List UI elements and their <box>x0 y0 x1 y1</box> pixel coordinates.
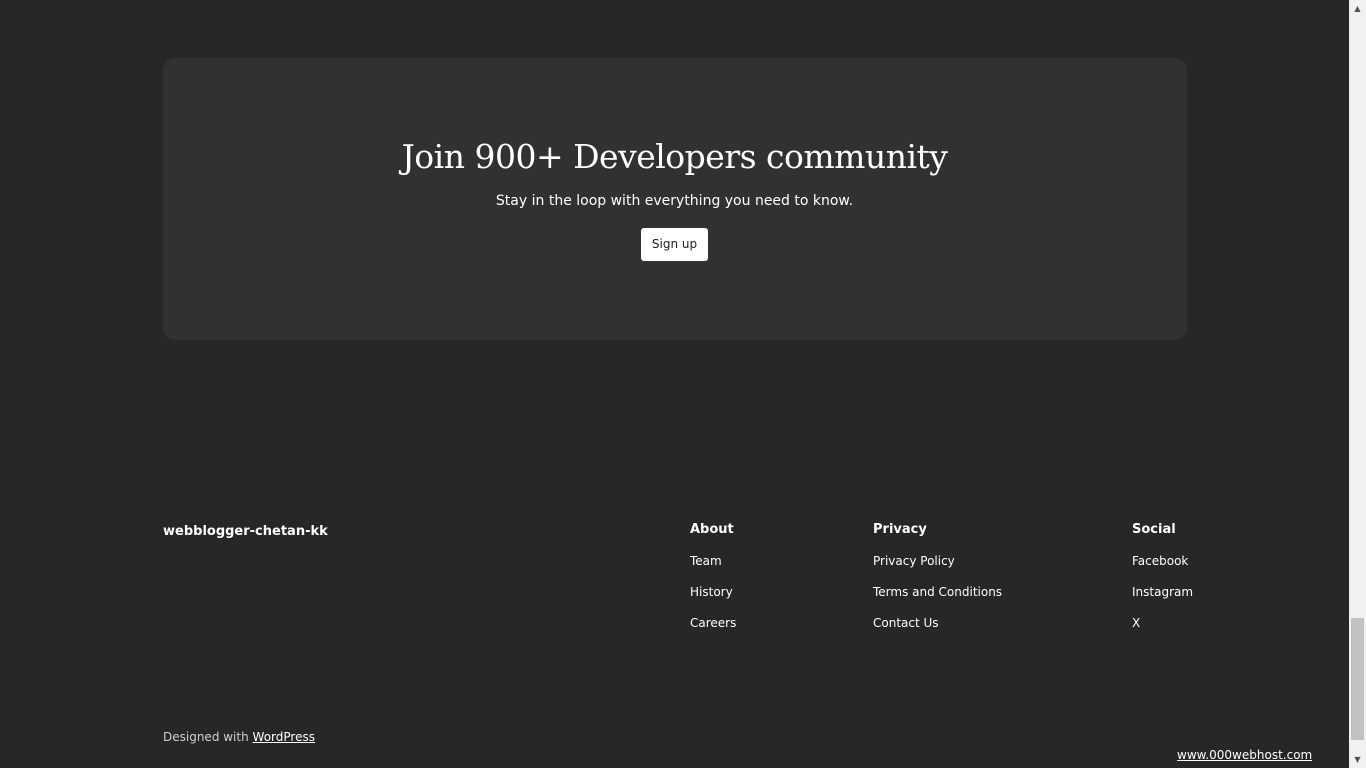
footer-link-instagram[interactable]: Instagram <box>1132 585 1193 599</box>
footer-link-history[interactable]: History <box>690 585 733 599</box>
arrow-up-icon[interactable]: ▲ <box>1349 0 1366 17</box>
footer-link-terms[interactable]: Terms and Conditions <box>873 585 1002 599</box>
vertical-scrollbar[interactable]: ▲ ▼ <box>1349 0 1366 768</box>
footer-link-facebook[interactable]: Facebook <box>1132 554 1188 568</box>
credit-prefix: Designed with <box>163 730 253 744</box>
sign-up-button[interactable]: Sign up <box>641 228 708 261</box>
footer-column-privacy: Privacy Privacy Policy Terms and Conditi… <box>873 521 1002 632</box>
footer-credit: Designed with WordPress <box>163 730 315 744</box>
footer-column-about: About Team History Careers <box>690 521 736 632</box>
footer-heading-social: Social <box>1132 522 1176 537</box>
footer-link-careers[interactable]: Careers <box>690 616 736 630</box>
arrow-down-icon[interactable]: ▼ <box>1349 751 1366 768</box>
footer-heading-privacy: Privacy <box>873 522 927 537</box>
footer-column-social: Social Facebook Instagram X <box>1132 521 1193 632</box>
footer-link-team[interactable]: Team <box>690 554 722 568</box>
host-badge-link[interactable]: www.000webhost.com <box>1177 748 1312 768</box>
scroll-thumb[interactable] <box>1351 618 1364 740</box>
site-title[interactable]: webblogger-chetan-kk <box>163 524 328 539</box>
footer-link-x[interactable]: X <box>1132 616 1140 630</box>
page: Join 900+ Developers community Stay in t… <box>0 0 1349 768</box>
cta-subtitle: Stay in the loop with everything you nee… <box>495 193 854 209</box>
footer-heading-about: About <box>690 522 734 537</box>
footer-link-contact[interactable]: Contact Us <box>873 616 939 630</box>
cta-title: Join 900+ Developers community <box>401 137 948 176</box>
wordpress-link[interactable]: WordPress <box>253 730 315 744</box>
footer-link-privacy-policy[interactable]: Privacy Policy <box>873 554 955 568</box>
